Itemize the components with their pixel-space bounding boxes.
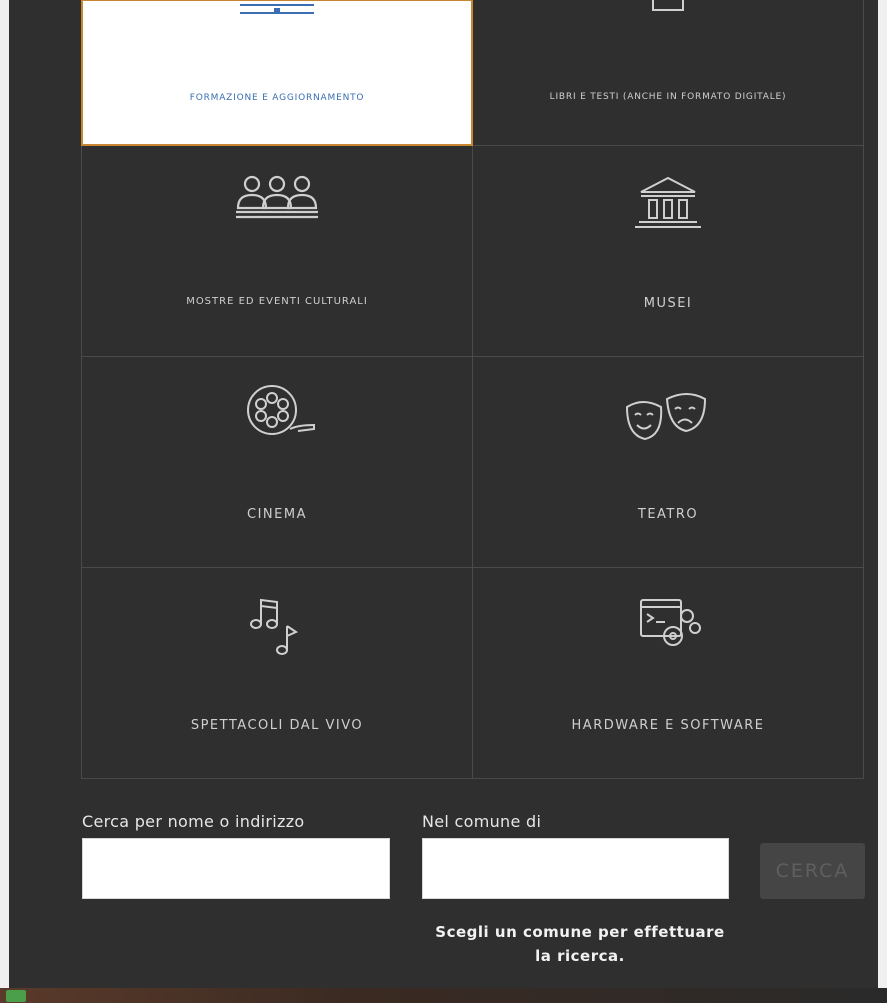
theater-masks-icon — [613, 377, 723, 457]
category-label: MUSEI — [643, 296, 693, 311]
window-right-edge — [878, 0, 887, 988]
name-search-input[interactable] — [82, 838, 390, 899]
search-hint: Scegli un comune per effettuare la ricer… — [435, 923, 725, 965]
book-icon — [613, 0, 723, 30]
window-left-edge — [0, 0, 9, 988]
search-button[interactable]: CERCA — [760, 843, 865, 899]
category-tile-formazione[interactable]: FORMAZIONE E AGGIORNAMENTO — [81, 0, 473, 146]
music-notes-icon — [222, 588, 332, 668]
comune-label: Nel comune di — [422, 812, 542, 831]
category-tile-musei[interactable]: MUSEI — [472, 145, 864, 357]
computer-gears-icon — [613, 588, 723, 668]
category-label: CINEMA — [247, 507, 307, 522]
category-label: MOSTRE ED EVENTI CULTURALI — [186, 296, 368, 307]
training-icon — [222, 0, 332, 31]
category-label: FORMAZIONE E AGGIORNAMENTO — [189, 93, 365, 103]
category-tile-libri[interactable]: LIBRI E TESTI (ANCHE IN FORMATO DIGITALE… — [472, 0, 864, 146]
audience-icon — [222, 166, 332, 246]
category-label: TEATRO — [637, 507, 699, 522]
museum-icon — [613, 166, 723, 246]
start-icon[interactable] — [6, 990, 26, 1002]
taskbar — [0, 988, 887, 1003]
category-label: SPETTACOLI DAL VIVO — [190, 718, 364, 733]
name-search-label: Cerca per nome o indirizzo — [82, 812, 305, 831]
category-tile-spettacoli[interactable]: SPETTACOLI DAL VIVO — [81, 567, 473, 779]
category-tile-mostre[interactable]: MOSTRE ED EVENTI CULTURALI — [81, 145, 473, 357]
category-tile-teatro[interactable]: TEATRO — [472, 356, 864, 568]
category-label: HARDWARE E SOFTWARE — [571, 718, 765, 733]
comune-input[interactable] — [422, 838, 729, 899]
category-tile-hardware[interactable]: HARDWARE E SOFTWARE — [472, 567, 864, 779]
category-grid: FORMAZIONE E AGGIORNAMENTO LIBRI E TESTI… — [81, 0, 864, 779]
category-label: LIBRI E TESTI (ANCHE IN FORMATO DIGITALE… — [549, 92, 787, 102]
category-tile-cinema[interactable]: CINEMA — [81, 356, 473, 568]
film-reel-icon — [222, 377, 332, 457]
